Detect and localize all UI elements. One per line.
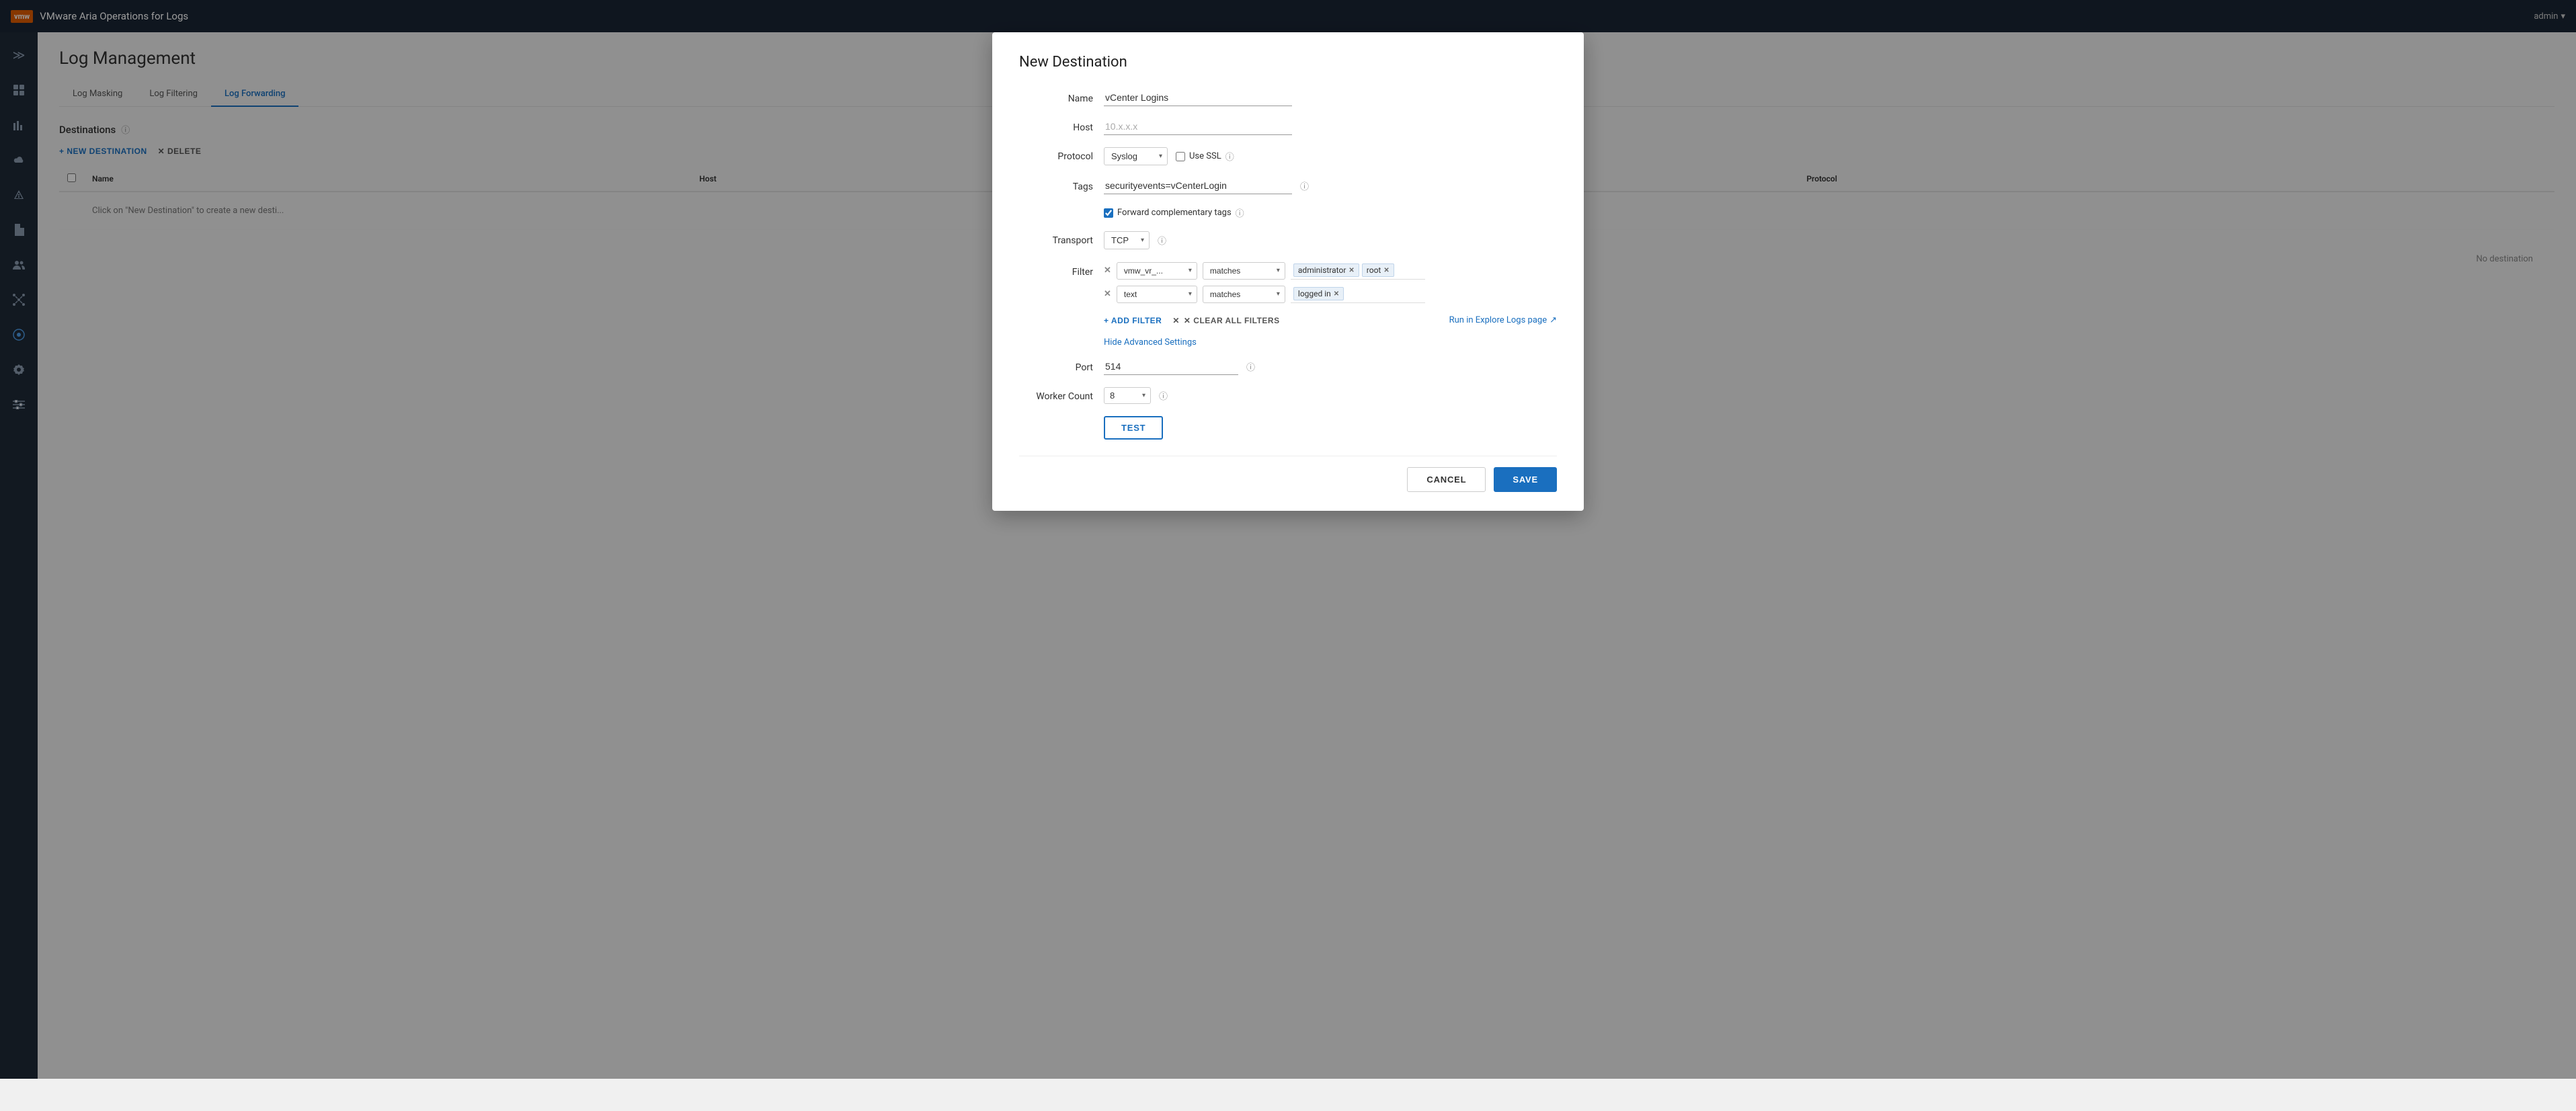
forward-tags-info-icon: ⓘ	[1236, 206, 1244, 219]
protocol-row: Protocol Syslog CFsyslog ▾ Use SSL ⓘ	[1019, 147, 1557, 165]
name-label: Name	[1019, 89, 1093, 104]
filter-1-operator-wrap: matches contains does not match ▾	[1203, 262, 1285, 280]
save-button[interactable]: SAVE	[1494, 467, 1557, 492]
forward-tags-label[interactable]: Forward complementary tags	[1117, 208, 1232, 218]
filter-1-operator-select[interactable]: matches contains does not match	[1203, 262, 1285, 280]
transport-info-icon: ⓘ	[1158, 234, 1166, 247]
port-label: Port	[1019, 358, 1093, 373]
run-explore-link[interactable]: Run in Explore Logs page ↗	[1449, 315, 1557, 325]
forward-tags-spacer	[1019, 206, 1093, 210]
port-input[interactable]	[1104, 358, 1238, 375]
filter-1-tag-administrator-label: administrator	[1298, 265, 1346, 275]
filter-add-clear: + ADD FILTER ✕ ✕ CLEAR ALL FILTERS	[1104, 316, 1280, 325]
filter-row: Filter ✕ vmw_vr_... ▾	[1019, 261, 1557, 325]
host-row: Host	[1019, 118, 1557, 135]
test-button[interactable]: TEST	[1104, 416, 1163, 440]
filter-1-tag-root-label: root	[1367, 265, 1381, 275]
filter-2-tag-logged-in-remove[interactable]: ✕	[1334, 290, 1339, 298]
run-explore-label: Run in Explore Logs page	[1449, 315, 1547, 325]
tags-input[interactable]	[1104, 177, 1292, 194]
worker-count-label: Worker Count	[1019, 387, 1093, 402]
filter-1-remove-icon[interactable]: ✕	[1104, 265, 1111, 276]
filter-2-value-pills: logged in ✕	[1291, 285, 1425, 303]
worker-count-row: Worker Count 1 2 4 8 16 ▾ ⓘ	[1019, 387, 1557, 404]
host-label: Host	[1019, 118, 1093, 133]
filter-1-value-pills: administrator ✕ root ✕	[1291, 261, 1425, 280]
add-filter-button[interactable]: + ADD FILTER	[1104, 316, 1162, 325]
protocol-select[interactable]: Syslog CFsyslog	[1104, 147, 1168, 165]
filter-actions: + ADD FILTER ✕ ✕ CLEAR ALL FILTERS Run i…	[1104, 315, 1557, 325]
filter-2-tag-logged-in: logged in ✕	[1293, 287, 1344, 300]
filter-1-tag-administrator-remove[interactable]: ✕	[1349, 267, 1354, 274]
filter-rows: ✕ vmw_vr_... ▾ matches contains does n	[1104, 261, 1425, 303]
filter-2-field-wrap: text ▾	[1117, 286, 1197, 303]
tags-info-icon: ⓘ	[1300, 179, 1309, 192]
dialog-footer: CANCEL SAVE	[1019, 456, 1557, 492]
tags-label: Tags	[1019, 177, 1093, 192]
run-explore-icon: ↗	[1549, 315, 1557, 325]
clear-filters-label: ✕ CLEAR ALL FILTERS	[1184, 316, 1280, 325]
transport-select[interactable]: TCP UDP	[1104, 231, 1150, 249]
forward-tags-control: Forward complementary tags ⓘ	[1104, 206, 1557, 219]
worker-count-control: 1 2 4 8 16 ▾ ⓘ	[1104, 387, 1557, 404]
filter-2-remove-icon[interactable]: ✕	[1104, 289, 1111, 299]
clear-filters-icon: ✕	[1172, 316, 1180, 325]
forward-tags-wrap: Forward complementary tags ⓘ	[1104, 206, 1244, 219]
use-ssl-label[interactable]: Use SSL	[1189, 151, 1221, 161]
filter-label: Filter	[1019, 261, 1093, 278]
host-control	[1104, 118, 1557, 135]
tags-row: Tags ⓘ	[1019, 177, 1557, 194]
filter-row-2: ✕ text ▾ matches contains does not mat	[1104, 285, 1425, 303]
modal-overlay: New Destination Name Host Protocol Syslo…	[0, 0, 2576, 1079]
forward-tags-row: Forward complementary tags ⓘ	[1019, 206, 1557, 219]
transport-label: Transport	[1019, 231, 1093, 246]
port-row: Port ⓘ	[1019, 358, 1557, 375]
transport-row: Transport TCP UDP ▾ ⓘ	[1019, 231, 1557, 249]
worker-count-select[interactable]: 1 2 4 8 16	[1104, 387, 1151, 404]
filter-2-field-select[interactable]: text	[1117, 286, 1197, 303]
new-destination-dialog: New Destination Name Host Protocol Syslo…	[992, 32, 1584, 511]
filter-1-tag-administrator: administrator ✕	[1293, 263, 1359, 277]
filter-1-tag-root: root ✕	[1362, 263, 1394, 277]
use-ssl-wrap: Use SSL ⓘ	[1176, 150, 1234, 163]
transport-control: TCP UDP ▾ ⓘ	[1104, 231, 1557, 249]
use-ssl-checkbox[interactable]	[1176, 152, 1185, 161]
filter-2-operator-select[interactable]: matches contains does not match	[1203, 286, 1285, 303]
name-input[interactable]	[1104, 89, 1292, 106]
name-row: Name	[1019, 89, 1557, 106]
hide-advanced-settings-link[interactable]: Hide Advanced Settings	[1104, 337, 1557, 347]
filter-row-1: ✕ vmw_vr_... ▾ matches contains does n	[1104, 261, 1425, 280]
port-info-icon: ⓘ	[1246, 360, 1255, 373]
cancel-button[interactable]: CANCEL	[1407, 467, 1486, 492]
filter-1-tag-root-remove[interactable]: ✕	[1383, 267, 1389, 274]
filter-2-tag-logged-in-label: logged in	[1298, 289, 1331, 298]
filter-1-field-select[interactable]: vmw_vr_...	[1117, 262, 1197, 280]
name-control	[1104, 89, 1557, 106]
forward-tags-checkbox[interactable]	[1104, 208, 1113, 218]
port-control: ⓘ	[1104, 358, 1557, 375]
host-input[interactable]	[1104, 118, 1292, 135]
filter-control: ✕ vmw_vr_... ▾ matches contains does n	[1104, 261, 1557, 325]
filter-2-operator-wrap: matches contains does not match ▾	[1203, 286, 1285, 303]
worker-count-info-icon: ⓘ	[1159, 389, 1168, 402]
dialog-title: New Destination	[1019, 54, 1557, 71]
protocol-control: Syslog CFsyslog ▾ Use SSL ⓘ	[1104, 147, 1557, 165]
tags-control: ⓘ	[1104, 177, 1557, 194]
clear-filters-button[interactable]: ✕ ✕ CLEAR ALL FILTERS	[1172, 316, 1279, 325]
ssl-info-icon: ⓘ	[1225, 150, 1234, 163]
protocol-label: Protocol	[1019, 147, 1093, 162]
filter-1-field-wrap: vmw_vr_... ▾	[1117, 262, 1197, 280]
